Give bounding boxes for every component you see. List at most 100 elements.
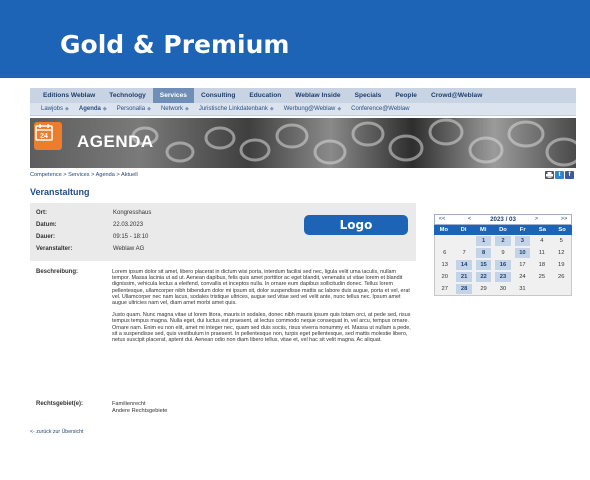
sub-navigation: Lawjobs ◆ Agenda ◆ Personalia ◆ Network ◆ Jurist…	[30, 103, 576, 116]
veranstalter-value: Weblaw AG	[113, 246, 145, 252]
calendar-grid: ..12345678910111213141516171819202122232…	[434, 235, 572, 296]
calendar-event-day[interactable]: 1	[475, 236, 492, 246]
main-nav-item-specials[interactable]: Specials	[348, 88, 389, 103]
sub-nav-item-lawjobs[interactable]: Lawjobs ◆	[36, 106, 74, 112]
calendar-day: 25	[538, 274, 546, 280]
organizer-logo: Logo	[304, 215, 408, 235]
agenda-hero-banner: 24 AGENDA	[30, 118, 576, 168]
sub-nav-item-network[interactable]: Network ◆	[156, 106, 194, 112]
calendar-event-day[interactable]: 14	[456, 260, 472, 270]
banner-title: Gold & Premium	[60, 30, 290, 59]
caret-icon: ◆	[184, 106, 189, 112]
main-nav-item-consulting[interactable]: Consulting	[194, 88, 242, 103]
calendar-event-day[interactable]: 8	[475, 248, 492, 258]
datum-value: 22.03.2023	[113, 222, 144, 228]
prev-year-button[interactable]: <<	[435, 215, 449, 224]
calendar-header: << < 2023 / 03 > >>	[434, 214, 572, 225]
ort-label: Ort:	[36, 210, 47, 216]
calendar-day: 5	[559, 238, 563, 244]
datum-label: Datum:	[36, 222, 57, 228]
calendar-event-day[interactable]: 21	[456, 272, 472, 282]
breadcrumb[interactable]: Competence > Services > Agenda > Aktuell	[30, 172, 138, 178]
calendar-event-day[interactable]: 23	[495, 272, 511, 282]
main-navigation: Editions Weblaw Technology Services Consult…	[30, 88, 576, 103]
calendar-day: 19	[558, 262, 565, 268]
sub-nav-item-agenda[interactable]: Agenda ◆	[74, 106, 112, 112]
rechtsgebiet-label: Rechtsgebiet(e):	[36, 401, 84, 407]
agenda-title: AGENDA	[77, 132, 154, 151]
rechtsgebiet-value-1: Familienrecht	[112, 401, 146, 407]
main-nav-item-people[interactable]: People	[388, 88, 424, 103]
main-nav-item-technology[interactable]: Technology	[102, 88, 153, 103]
calendar-empty-cell: .	[435, 235, 454, 247]
calendar-day: 24	[519, 274, 526, 280]
veranstalter-label: Veranstalter:	[36, 246, 73, 252]
sub-nav-label: Juristische Linkdatenbank	[198, 106, 268, 112]
calendar-day: 26	[558, 274, 565, 280]
weekday-header: Mo	[439, 227, 449, 233]
main-nav-item-crowd-weblaw[interactable]: Crowd@Weblaw	[424, 88, 489, 103]
calendar-empty-cell: .	[454, 235, 473, 247]
calendar-day: 20	[441, 274, 448, 280]
calendar-event-day[interactable]: 28	[456, 284, 472, 294]
calendar-day: 29	[480, 286, 487, 292]
calendar-day: 6	[443, 250, 447, 256]
calendar-day: 31	[519, 286, 526, 292]
calendar-day: 12	[558, 250, 565, 256]
svg-text:24: 24	[40, 133, 48, 140]
calendar-event-day[interactable]: 22	[475, 272, 492, 282]
main-nav-item-education[interactable]: Education	[242, 88, 288, 103]
calendar-day: 4	[540, 238, 544, 244]
description-paragraph-2: Justo quam. Nunc magna vitae ut lorem li…	[112, 312, 411, 344]
sub-nav-item-juristische-linkdatenbank[interactable]: Juristische Linkdatenbank ◆	[194, 106, 279, 112]
calendar-day: 9	[501, 250, 505, 256]
ort-value: Kongresshaus	[113, 210, 152, 216]
main-nav-item-services[interactable]: Services	[152, 88, 194, 103]
calendar-day: 7	[462, 250, 466, 256]
calendar-weekdays: Mo Di Mi Do Fr Sa So	[434, 225, 572, 235]
breadcrumb-row: Competence > Services > Agenda > Aktuell…	[30, 171, 576, 185]
mini-calendar: << < 2023 / 03 > >> MoDiMiDoFrSaSo ..123…	[434, 214, 572, 296]
calendar-event-day[interactable]: 15	[475, 260, 492, 270]
dauer-label: Dauer:	[36, 234, 56, 240]
event-info-box: Ort: Kongresshaus Datum: 22.03.2023 Daue…	[30, 203, 416, 261]
calendar-icon: 24	[34, 122, 62, 150]
weekday-header: Mi	[480, 227, 487, 233]
prev-month-button[interactable]: <	[463, 215, 477, 224]
calendar-day: 17	[519, 262, 526, 268]
calendar-event-day[interactable]: 10	[514, 248, 531, 258]
calendar-event-day[interactable]: 2	[495, 236, 511, 246]
print-icon[interactable]	[545, 171, 554, 179]
next-month-button[interactable]: >	[529, 215, 543, 224]
caret-icon: ◆	[65, 106, 69, 112]
weekday-header: So	[558, 227, 566, 233]
main-nav-item-weblaw-inside[interactable]: Weblaw Inside	[288, 88, 347, 103]
facebook-icon[interactable]: f	[565, 171, 574, 179]
back-to-overview-link[interactable]: <- zurück zur Übersicht	[30, 429, 83, 435]
description-paragraph-1: Lorem ipsum dolor sit amet, libero place…	[112, 269, 410, 307]
calendar-event-day[interactable]: 3	[514, 236, 531, 246]
site-frame: Editions Weblaw Technology Services Consult…	[30, 88, 576, 473]
caret-icon: ◆	[147, 106, 151, 112]
calendar-day: 18	[538, 262, 546, 268]
calendar-event-day[interactable]: 16	[495, 260, 511, 270]
sub-nav-label: Conference@Weblaw	[351, 106, 410, 112]
sub-nav-item-werbung-weblaw[interactable]: Werbung@Weblaw ◆	[279, 106, 346, 112]
caret-icon: ◆	[337, 106, 342, 112]
sub-nav-label: Agenda	[78, 106, 101, 112]
next-year-button[interactable]: >>	[557, 215, 571, 224]
twitter-icon[interactable]: t	[555, 171, 564, 179]
sub-nav-item-personalia[interactable]: Personalia ◆	[112, 106, 156, 112]
beschreibung-label: Beschreibung:	[36, 269, 79, 275]
calendar-day: 30	[499, 286, 507, 292]
promo-banner: Gold & Premium	[0, 0, 590, 78]
sub-nav-label: Personalia	[116, 106, 146, 112]
section-title: Veranstaltung	[30, 187, 90, 197]
weekday-header: Fr	[519, 227, 526, 233]
sub-nav-item-conference-weblaw[interactable]: Conference@Weblaw	[346, 106, 414, 112]
sub-nav-label: Werbung@Weblaw	[283, 106, 336, 112]
weekday-header: Do	[499, 227, 507, 233]
weekday-header: Sa	[538, 227, 546, 233]
caret-icon: ◆	[102, 106, 107, 112]
main-nav-item-editions-weblaw[interactable]: Editions Weblaw	[36, 88, 102, 103]
